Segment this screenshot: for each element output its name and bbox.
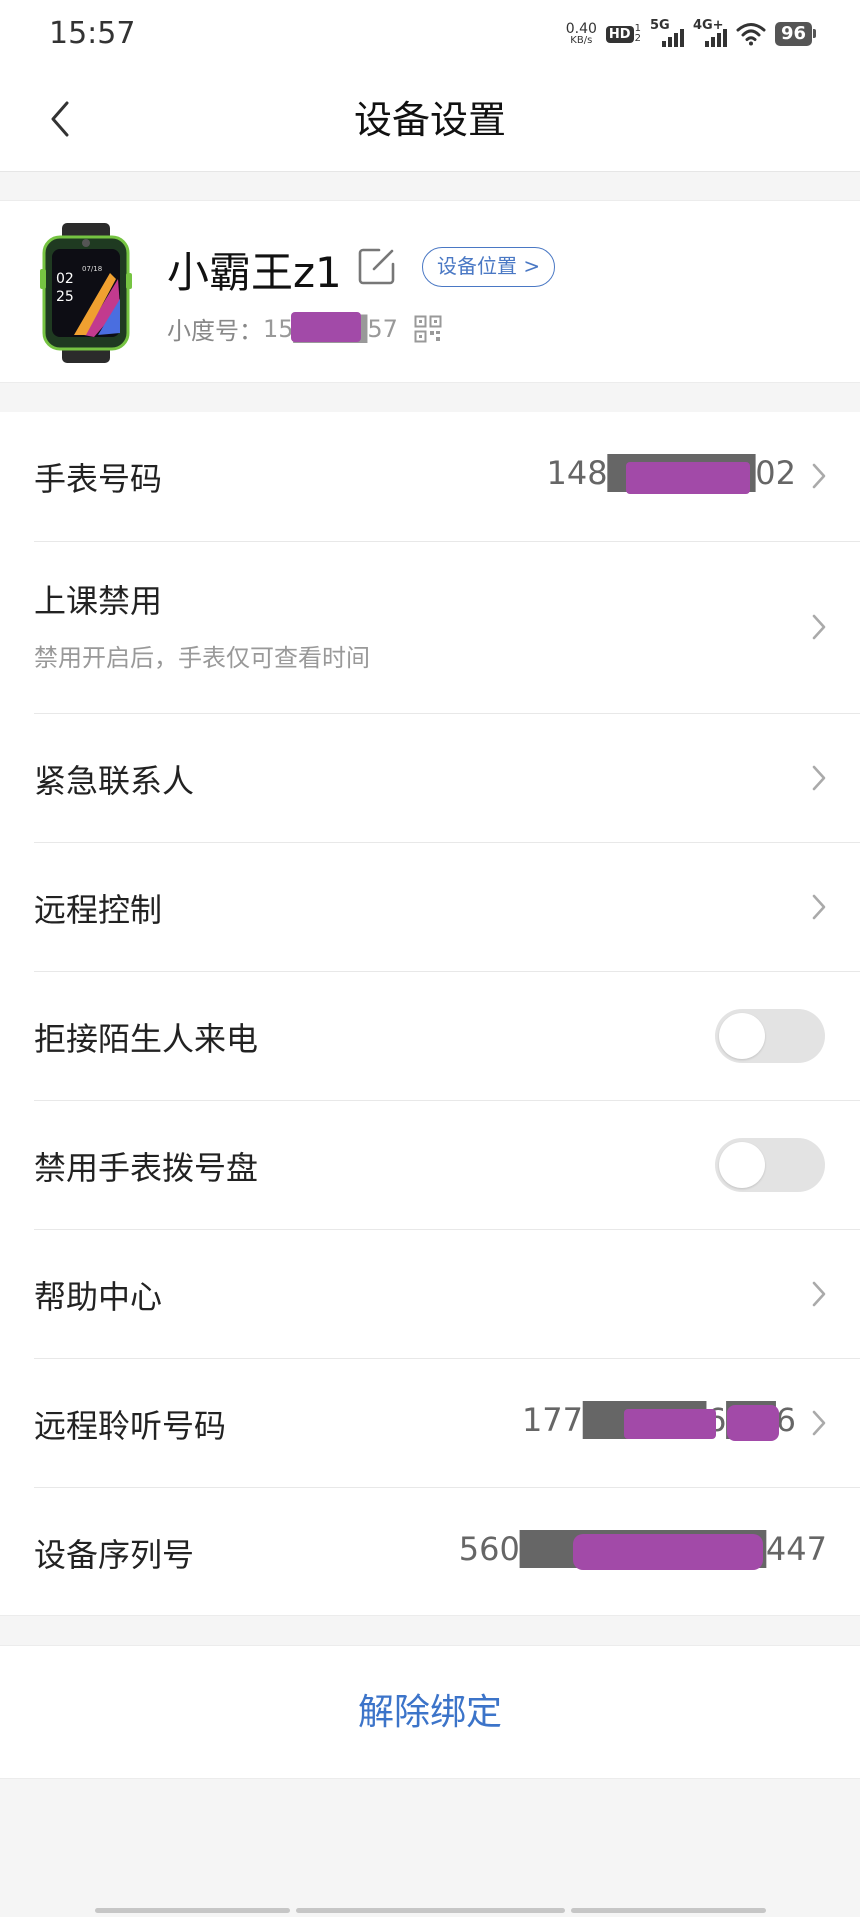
qr-code-icon[interactable] (414, 315, 442, 343)
watch-image: 02 25 07/18 (40, 223, 132, 363)
reject-strangers-label: 拒接陌生人来电 (34, 1020, 259, 1058)
emergency-contacts-row[interactable]: 紧急联系人 (0, 714, 860, 842)
remote-control-label: 远程控制 (34, 891, 163, 929)
disable-dialpad-toggle[interactable] (715, 1138, 825, 1192)
device-id-row: 小度号： 15████57 (167, 311, 442, 346)
device-name: 小霸王z1 (167, 248, 342, 297)
signal-bars-icon (661, 29, 684, 47)
status-bar: 15:57 0.40 KB/s HD 1 2 5G 4G+ 96 (0, 0, 860, 68)
settings-list: 手表号码 148██████02 上课禁用 禁用开启后，手表仅可查看时间 紧急联… (0, 412, 860, 1616)
device-card: 02 25 07/18 小霸王z1 设备位置 > 小度号： 15████57 (0, 200, 860, 383)
watch-date: 07/18 (82, 265, 102, 273)
unbind-button[interactable]: 解除绑定 (0, 1646, 860, 1780)
navigation-bar: 设备设置 (0, 68, 860, 172)
toggle-knob (719, 1142, 765, 1188)
remote-control-row[interactable]: 远程控制 (0, 843, 860, 971)
battery-level: 96 (774, 22, 812, 46)
hd-voice-icon: HD 1 2 (605, 24, 641, 44)
hd-sub-bottom: 2 (634, 33, 641, 44)
help-center-row[interactable]: 帮助中心 (0, 1230, 860, 1358)
watch-hour: 02 (56, 271, 74, 287)
signal-bars-icon (704, 29, 727, 47)
serial-number-label: 设备序列号 (34, 1536, 195, 1574)
chevron-right-icon (812, 463, 826, 489)
reject-strangers-row: 拒接陌生人来电 (0, 972, 860, 1100)
battery-icon: 96 (774, 22, 816, 46)
toggle-knob (719, 1013, 765, 1059)
hd-label: HD (605, 25, 634, 43)
class-mode-subtitle: 禁用开启后，手表仅可查看时间 (34, 644, 370, 672)
signal-5g-icon: 5G (650, 19, 684, 49)
chevron-right-icon (812, 1281, 826, 1307)
device-id-value: 15████57 (263, 311, 398, 343)
network-speed-unit: KB/s (570, 35, 593, 46)
unbind-section: 解除绑定 (0, 1645, 860, 1779)
device-id-label: 小度号： (167, 317, 263, 345)
emergency-contacts-label: 紧急联系人 (34, 762, 195, 800)
redaction-mask (624, 1409, 716, 1439)
hd-sub: 1 2 (635, 24, 641, 44)
redaction-mask (727, 1405, 779, 1441)
help-center-label: 帮助中心 (34, 1278, 163, 1316)
serial-number-row: 设备序列号 560██████████447 (0, 1488, 860, 1616)
chevron-right-icon (812, 614, 826, 640)
class-mode-label: 上课禁用 (34, 582, 163, 620)
redaction-mask (291, 311, 361, 342)
remote-listen-number-label: 远程聆听号码 (34, 1407, 227, 1445)
status-icons: 0.40 KB/s HD 1 2 5G 4G+ 96 (566, 16, 816, 52)
disable-dialpad-label: 禁用手表拨号盘 (34, 1149, 259, 1187)
signal-4g-icon: 4G+ (693, 19, 727, 49)
edit-icon[interactable] (357, 246, 397, 286)
network-speed: 0.40 KB/s (566, 22, 597, 46)
class-mode-row[interactable]: 上课禁用 禁用开启后，手表仅可查看时间 (0, 542, 860, 713)
chevron-right-icon (812, 1410, 826, 1436)
reject-strangers-toggle[interactable] (715, 1009, 825, 1063)
watch-number-row[interactable]: 手表号码 148██████02 (0, 412, 860, 541)
remote-listen-number-row[interactable]: 远程聆听号码 177█████6██6 (0, 1359, 860, 1487)
disable-dialpad-row: 禁用手表拨号盘 (0, 1101, 860, 1229)
network-speed-value: 0.40 (565, 21, 597, 37)
page-title: 设备设置 (353, 98, 506, 142)
device-location-button[interactable]: 设备位置 > (422, 247, 556, 287)
watch-minute: 25 (56, 289, 74, 305)
chevron-right-icon (812, 765, 826, 791)
chevron-right-icon (812, 894, 826, 920)
redaction-mask (626, 462, 750, 494)
wifi-icon (736, 23, 766, 46)
redaction-mask (573, 1534, 763, 1570)
gesture-bar (95, 1908, 766, 1913)
watch-number-label: 手表号码 (34, 460, 163, 498)
status-time: 15:57 (49, 16, 136, 51)
